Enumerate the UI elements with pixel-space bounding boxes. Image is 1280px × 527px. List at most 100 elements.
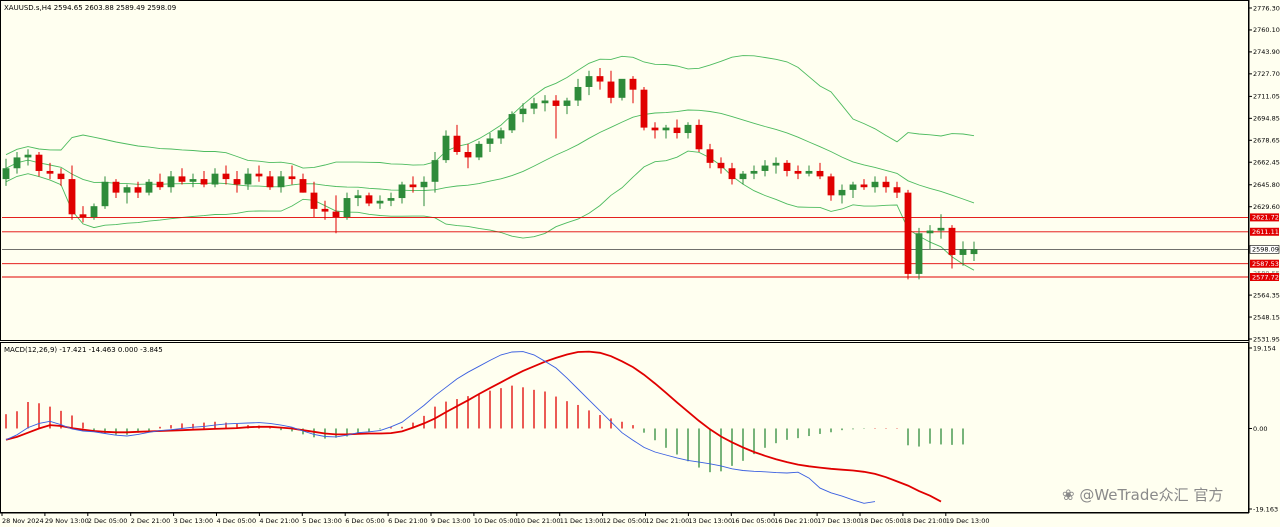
candle-body (849, 184, 857, 190)
candle-body (607, 81, 615, 98)
candle-body (838, 189, 846, 196)
candle-body (409, 184, 417, 188)
horizontal-levels (2, 216, 1248, 278)
candle-body (695, 124, 703, 150)
candle-body (321, 208, 329, 212)
candle-body (464, 151, 472, 158)
macd-info: MACD(12,26,9) -17.421 -14.463 0.000 -3.8… (4, 346, 163, 354)
y-tick-label: 2727.70 (1253, 70, 1280, 78)
candle-body (35, 154, 43, 171)
candle-body (772, 162, 780, 166)
candle-body (46, 170, 54, 174)
candle-body (497, 130, 505, 139)
x-tick-label: 10 Dec 21:00 (517, 517, 561, 525)
candle-body (2, 168, 10, 180)
candle-body (948, 227, 956, 255)
candle-body (882, 181, 890, 188)
macd-y-tick-label: 0.00 (1253, 425, 1267, 433)
candle-body (596, 76, 604, 82)
x-tick-label: 28 Nov 2024 (2, 517, 44, 525)
x-tick-label: 18 Dec 05:00 (860, 517, 904, 525)
candle-body (651, 127, 659, 131)
candle-body (783, 162, 791, 171)
x-tick-label: 10 Dec 05:00 (474, 517, 518, 525)
band-lower-line (5, 150, 975, 271)
macd-y-tick-label: -19.163 (1253, 505, 1278, 513)
candle-body (475, 143, 483, 158)
candle-body (145, 181, 153, 193)
x-tick-label: 4 Dec 21:00 (259, 517, 299, 525)
candlestick-series (2, 68, 978, 280)
x-tick-label: 9 Dec 13:00 (431, 517, 471, 525)
x-tick-label: 13 Dec 13:00 (688, 517, 732, 525)
x-tick-label: 16 Dec 21:00 (774, 517, 818, 525)
x-tick-label: 2 Dec 21:00 (131, 517, 171, 525)
level-badge-label: 2611.11 (1252, 228, 1279, 236)
candle-body (343, 198, 351, 218)
candle-body (640, 89, 648, 128)
candle-body (398, 184, 406, 199)
bollinger-bands (5, 55, 975, 271)
candle-body (794, 170, 802, 174)
candle-body (431, 160, 439, 182)
candle-body (365, 195, 373, 204)
symbol-info: XAUUSD.s,H4 2594.65 2603.88 2589.49 2598… (4, 4, 176, 12)
candle-body (178, 176, 186, 182)
price-y-axis: 2776.30 2760.10 2743.90 2727.70 2711.05 2694.… (1248, 0, 1280, 513)
y-tick-label: 2678.65 (1253, 137, 1280, 145)
y-tick-label: 2776.30 (1253, 4, 1280, 12)
watermark: ❀ @WeTrade众汇 官方 (1062, 486, 1223, 504)
candle-body (827, 176, 835, 196)
macd-main-line (5, 351, 876, 504)
candle-body (915, 233, 923, 274)
x-tick-label: 19 Dec 13:00 (946, 517, 990, 525)
candle-body (585, 76, 593, 87)
candle-body (310, 192, 318, 209)
candle-body (189, 179, 197, 182)
candle-body (299, 179, 307, 193)
candle-body (750, 170, 758, 174)
time-x-axis: 28 Nov 2024 29 Nov 13:00 2 Dec 05:00 2 Dec … (0, 512, 1249, 525)
candle-body (134, 187, 142, 193)
chart-canvas[interactable]: 2776.30 2760.10 2743.90 2727.70 2711.05 2694.… (0, 0, 1280, 527)
y-tick-label: 2645.80 (1253, 181, 1280, 189)
candle-body (277, 176, 285, 188)
candle-body (255, 173, 263, 177)
candle-body (563, 100, 571, 106)
x-tick-label: 29 Nov 13:00 (45, 517, 89, 525)
candle-body (332, 211, 340, 218)
x-tick-label: 11 Dec 13:00 (560, 517, 604, 525)
candle-body (519, 108, 527, 115)
y-tick-label: 2629.60 (1253, 203, 1280, 211)
candle-body (266, 176, 274, 188)
candle-body (486, 138, 494, 144)
x-tick-label: 5 Dec 13:00 (302, 517, 342, 525)
x-tick-label: 18 Dec 21:00 (903, 517, 947, 525)
candle-body (101, 181, 109, 207)
price-panel-frame (0, 0, 1249, 341)
candle-body (233, 179, 241, 185)
candle-body (871, 181, 879, 188)
x-tick-label: 2 Dec 05:00 (88, 517, 128, 525)
candle-body (761, 165, 769, 171)
candle-body (200, 179, 208, 185)
candle-body (90, 206, 98, 218)
candle-body (420, 181, 428, 188)
candle-body (68, 179, 76, 215)
candle-body (156, 181, 164, 188)
candle-body (805, 170, 813, 174)
y-tick-label: 2760.10 (1253, 26, 1280, 34)
candle-body (13, 157, 21, 169)
candle-body (376, 200, 384, 204)
candle-body (442, 135, 450, 161)
x-tick-label: 4 Dec 05:00 (217, 517, 257, 525)
level-badge-label: 2577.72 (1252, 273, 1279, 281)
macd-indicator (5, 350, 964, 504)
y-tick-label: 2662.45 (1253, 159, 1280, 167)
x-tick-label: 17 Dec 13:00 (817, 517, 861, 525)
candle-body (244, 173, 252, 185)
candle-body (959, 249, 967, 255)
x-tick-label: 3 Dec 13:00 (174, 517, 214, 525)
candle-body (354, 195, 362, 199)
candle-body (893, 187, 901, 193)
